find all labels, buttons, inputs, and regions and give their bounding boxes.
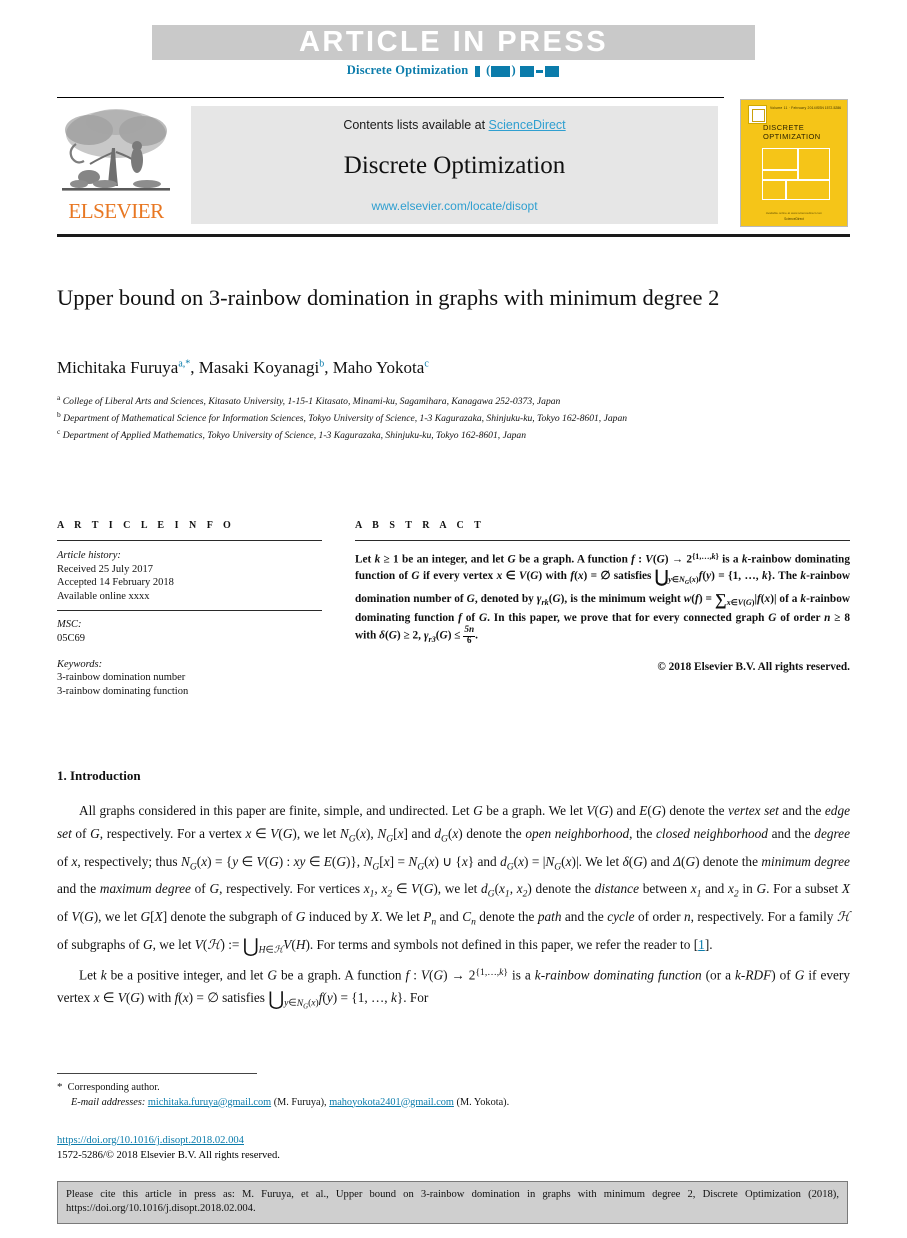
elsevier-logo: ELSEVIER [59,104,173,224]
msc-block: MSC: 05C69 [57,618,322,645]
abstract-heading: A B S T R A C T [355,520,485,531]
article-received: Received 25 July 2017 [57,563,153,575]
affiliation-mark-0: a [57,393,61,402]
paper-page: ARTICLE IN PRESS Discrete Optimization (… [0,0,907,1238]
masthead-top-rule [57,97,724,98]
cover-rect-5 [786,180,830,200]
cover-elsevier-mini-logo [748,105,767,124]
msc-label: MSC: [57,619,82,631]
affiliation-list: a College of Liberal Arts and Sciences, … [57,392,827,442]
cover-rect-3 [762,170,798,180]
author-name-0: Michitaka Furuya [57,358,179,377]
email-note: E-mail addresses: michitaka.furuya@gmail… [57,1096,850,1111]
keywords-block: Keywords: 3-rainbow domination number 3-… [57,658,322,699]
page-title: Upper bound on 3-rainbow domination in g… [57,285,720,310]
masthead-bottom-rule [57,234,850,237]
doi-link[interactable]: https://doi.org/10.1016/j.disopt.2018.02… [57,1135,244,1146]
cover-artwork [762,148,830,200]
author-name-1: Masaki Koyanagi [198,358,320,377]
cover-rect-1 [762,148,798,170]
journal-title: Discrete Optimization [343,152,566,179]
contents-box: Contents lists available at ScienceDirec… [191,106,718,224]
article-info-rule-top [57,540,322,541]
email-link-furuya[interactable]: michitaka.furuya@gmail.com [148,1097,271,1108]
abstract-column: A B S T R A C T Let k ≥ 1 be an integer,… [355,520,850,673]
contents-available-line: Contents lists available at ScienceDirec… [191,118,718,132]
cover-rect-2 [798,148,830,180]
paragraph-2: Let k be a positive integer, and let G b… [57,967,850,1011]
affiliation-mark-2: c [57,426,61,436]
author-name-2: Maho Yokota [332,358,425,377]
author-list: Michitaka Furuyaa,*, Masaki Koyanagib, M… [57,358,429,377]
email-link-yokota[interactable]: mahoyokota2401@gmail.com [329,1097,454,1108]
cover-issn-text: ISSN 1572-5286 [815,106,841,110]
article-info-rule-mid [57,610,322,612]
email-owner-yokota: (M. Yokota). [456,1096,510,1108]
cover-title: DISCRETE OPTIMIZATION [763,123,821,141]
cover-footer-text: Available online at www.sciencedirect.co… [765,211,823,215]
article-in-press-label: ARTICLE IN PRESS [298,26,609,58]
article-info-column: A R T I C L E I N F O Article history: R… [57,520,322,698]
contents-prefix: Contents lists available at [343,118,489,132]
email-label: E-mail addresses: [71,1096,146,1108]
affiliation-2: c Department of Applied Mathematics, Tok… [57,426,827,443]
redacted-page-start-block [520,65,535,77]
journal-homepage-link[interactable]: www.elsevier.com/locate/disopt [191,199,718,213]
runhead-journal-name: Discrete Optimization [346,63,469,77]
article-info-heading: A R T I C L E I N F O [57,520,235,531]
issn-copyright-line: 1572-5286/© 2018 Elsevier B.V. All right… [57,1149,280,1161]
corresponding-author-text: Corresponding author. [67,1082,160,1093]
cover-volume-text: Volume 11 · February 2014 [770,106,816,110]
reference-link-1[interactable]: 1 [698,937,705,952]
corresponding-author-note: * Corresponding author. [57,1080,850,1096]
affiliation-text-2: Department of Applied Mathematics, Tokyo… [62,429,527,441]
journal-masthead: ELSEVIER Contents lists available at Sci… [57,97,850,228]
footnote-block: * Corresponding author. E-mail addresses… [57,1080,850,1110]
paragraph-1: All graphs considered in this paper are … [57,803,851,958]
article-history-label: Article history: [57,550,121,561]
introduction-body: All graphs considered in this paper are … [57,800,850,1019]
keyword-0: 3-rainbow domination number [57,672,186,684]
cite-this-article-box: Please cite this article in press as: M.… [57,1181,848,1224]
article-accepted: Accepted 14 February 2018 [57,577,174,589]
msc-value: 05C69 [57,632,86,644]
abstract-copyright: © 2018 Elsevier B.V. All rights reserved… [657,660,850,673]
doi-block: https://doi.org/10.1016/j.disopt.2018.02… [57,1134,850,1163]
journal-cover-thumbnail: Volume 11 · February 2014 ISSN 1572-5286… [740,99,848,227]
author-marks-0: a,* [178,358,191,370]
article-in-press-banner: ARTICLE IN PRESS [152,25,755,60]
keywords-label: Keywords: [57,658,103,670]
cover-header: Volume 11 · February 2014 ISSN 1572-5286 [748,105,841,124]
author-marks-2: c [424,358,429,370]
cover-rect-4 [762,180,786,200]
elsevier-wordmark: ELSEVIER [68,199,164,223]
affiliation-0: a College of Liberal Arts and Sciences, … [57,392,827,409]
affiliation-1: b Department of Mathematical Science for… [57,409,827,426]
affiliation-mark-1: b [57,409,61,419]
affiliation-text-1: Department of Mathematical Science for I… [63,412,628,424]
keyword-1: 3-rainbow dominating function [57,685,189,697]
article-history-block: Article history: Received 25 July 2017 A… [57,549,322,603]
cover-title-line1: DISCRETE [763,123,805,132]
sciencedirect-link[interactable]: ScienceDirect [489,118,566,132]
elsevier-tree-icon [59,104,173,204]
cite-this-article-text: Please cite this article in press as: M.… [66,1189,839,1214]
email-owner-furuya: (M. Furuya), [273,1096,327,1108]
redacted-page-end-block [545,65,560,77]
abstract-rule [355,540,850,541]
cover-footer-brand: ScienceDirect [784,217,804,221]
footnote-rule [57,1073,257,1074]
page-range-dash [536,69,544,73]
asterisk-icon: * [57,1081,63,1093]
redacted-volume-block [474,65,480,77]
section-heading-introduction: 1. Introduction [57,768,141,783]
article-available-online: Available online xxxx [57,590,150,602]
abstract-text: Let k ≥ 1 be an integer, and let G be a … [355,552,851,646]
redacted-year-block [491,65,511,77]
cover-title-line2: OPTIMIZATION [763,132,821,141]
journal-runhead: Discrete Optimization () [0,63,907,78]
author-marks-1: b [319,358,325,370]
affiliation-text-0: College of Liberal Arts and Sciences, Ki… [62,396,561,408]
